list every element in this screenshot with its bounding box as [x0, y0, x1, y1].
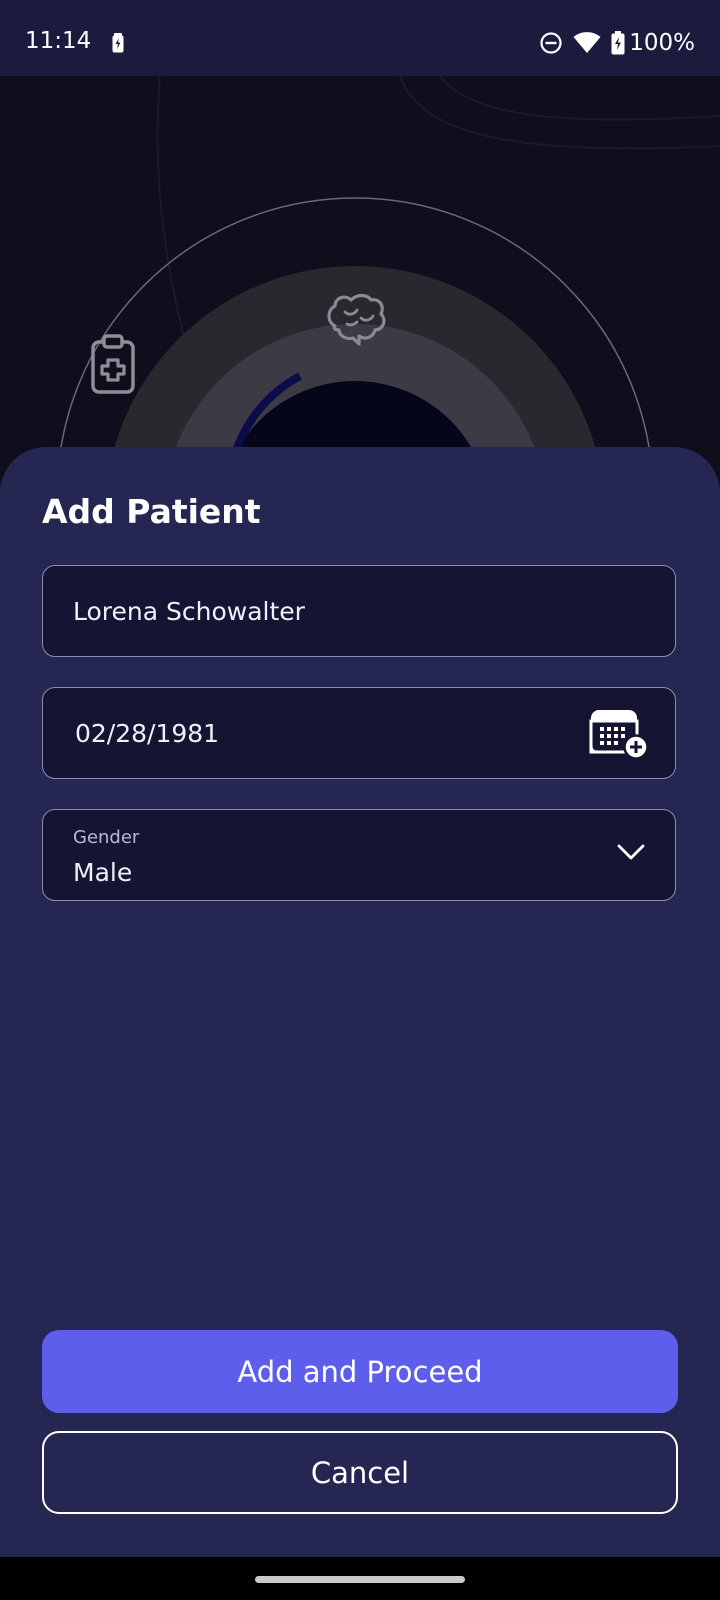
wifi-icon [573, 32, 601, 53]
home-indicator[interactable] [255, 1576, 465, 1583]
status-bar: 11:14 100% [0, 0, 720, 76]
calendar-add-icon[interactable] [589, 708, 649, 760]
add-patient-sheet: Add Patient Lorena Schowalter 02/28/1981 [0, 447, 720, 1557]
gender-value: Male [73, 858, 133, 887]
battery-percent: 100% [629, 30, 695, 56]
add-patient-screen: 11:14 100% Add Patient Lorena Schowalter… [0, 0, 720, 1600]
patient-name-value: Lorena Schowalter [73, 597, 305, 626]
status-icons: 100% [539, 28, 695, 58]
chevron-down-icon [617, 844, 645, 860]
battery-saver-icon [112, 33, 124, 53]
date-of-birth-value: 02/28/1981 [75, 719, 220, 748]
background-art [56, 76, 720, 476]
sheet-title: Add Patient [42, 492, 261, 531]
battery-charging-icon [611, 31, 625, 55]
cancel-button[interactable]: Cancel [42, 1431, 678, 1514]
gender-label: Gender [73, 827, 140, 848]
date-of-birth-field[interactable]: 02/28/1981 [42, 687, 676, 779]
gender-dropdown[interactable]: Gender Male [42, 809, 676, 901]
do-not-disturb-icon [540, 32, 562, 54]
patient-name-field[interactable]: Lorena Schowalter [42, 565, 676, 657]
add-and-proceed-button[interactable]: Add and Proceed [42, 1330, 678, 1413]
status-time: 11:14 [25, 28, 92, 54]
